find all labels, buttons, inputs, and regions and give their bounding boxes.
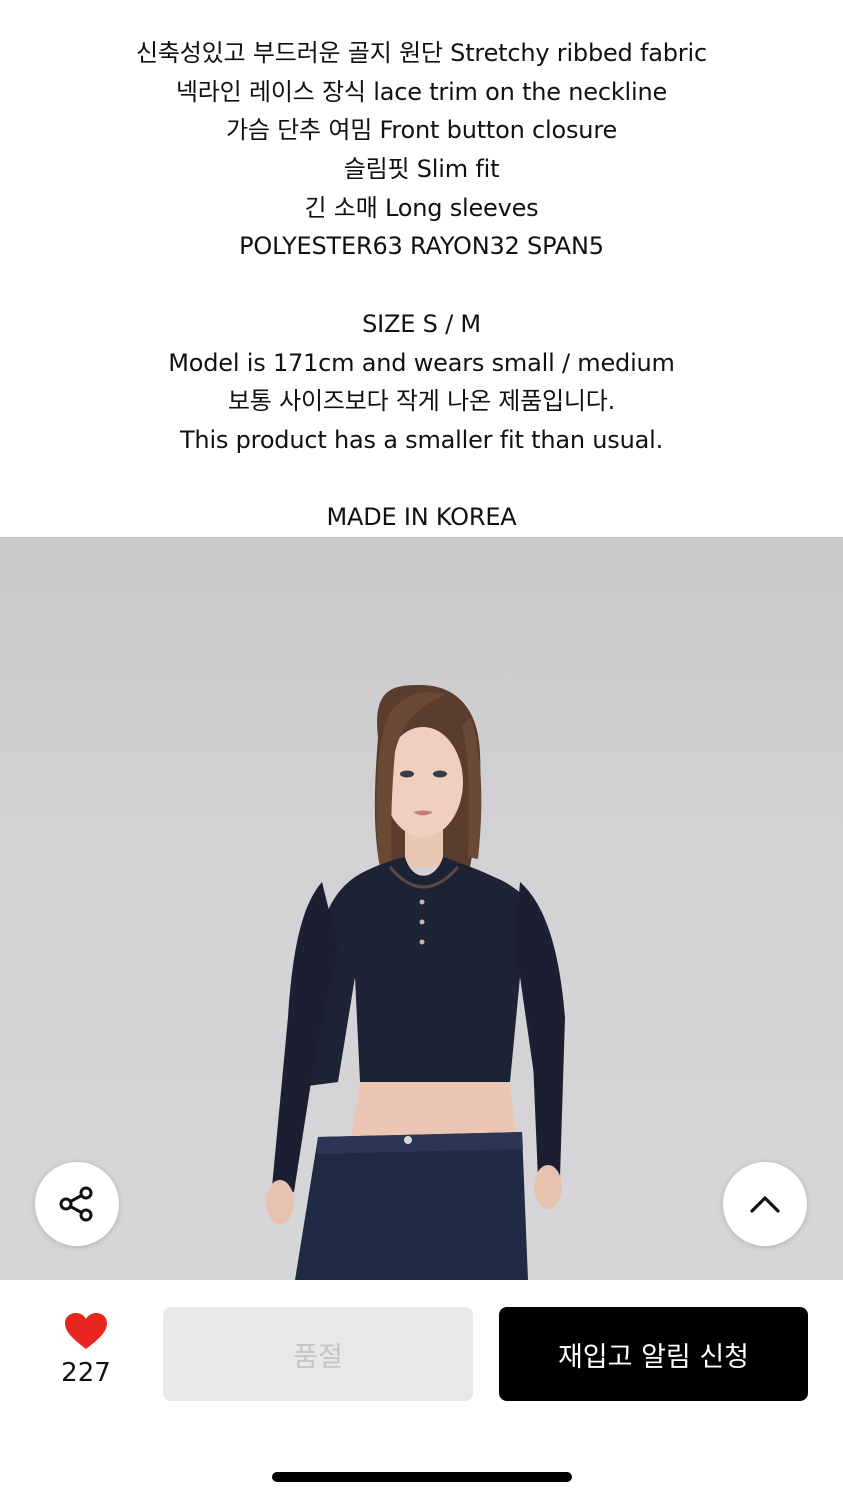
product-description: 신축성있고 부드러운 골지 원단 Stretchy ribbed fabric …	[0, 34, 843, 537]
description-line: 슬림핏 Slim fit	[343, 155, 500, 184]
like-button[interactable]: 227	[40, 1312, 132, 1388]
share-button[interactable]	[35, 1162, 119, 1246]
restock-alert-button[interactable]: 재입고 알림 신청	[499, 1307, 808, 1401]
product-photo	[0, 537, 843, 1280]
description-line: 신축성있고 부드러운 골지 원단 Stretchy ribbed fabric	[136, 39, 707, 67]
chevron-up-icon	[750, 1196, 780, 1213]
size-line: This product has a smaller fit than usua…	[179, 425, 664, 454]
share-icon	[59, 1186, 93, 1222]
size-line: 보통 사이즈보다 작게 나온 제품입니다.	[227, 387, 616, 416]
soldout-button: 품절	[163, 1307, 473, 1401]
description-line: POLYESTER63 RAYON32 SPAN5	[239, 232, 604, 261]
size-line: Model is 171cm and wears small / medium	[168, 348, 675, 377]
home-indicator	[272, 1472, 572, 1482]
model-illustration	[266, 685, 565, 1280]
description-line: 가슴 단추 여밈 Front button closure	[225, 116, 618, 145]
heart-icon	[65, 1313, 107, 1349]
scroll-top-button[interactable]	[723, 1162, 807, 1246]
description-line: 긴 소매 Long sleeves	[304, 193, 539, 222]
size-line: SIZE S / M	[362, 309, 481, 338]
description-line: 넥라인 레이스 장식 lace trim on the neckline	[175, 77, 668, 106]
origin-text: MADE IN KOREA	[326, 503, 517, 532]
like-count: 227	[61, 1358, 111, 1388]
